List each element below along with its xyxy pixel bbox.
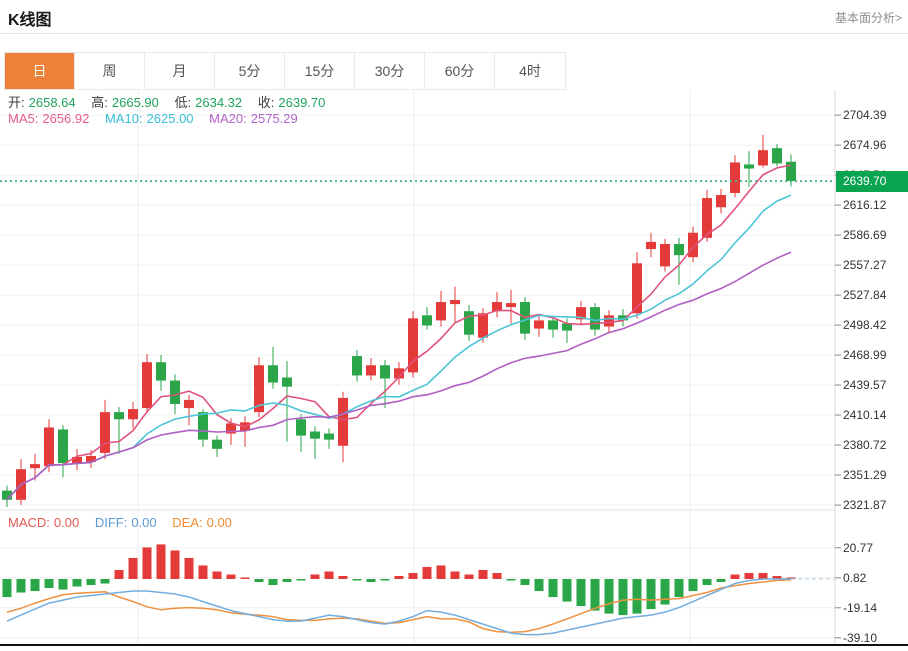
macd-label: MACD:: [8, 515, 50, 530]
axis-tick-label: 2586.69: [843, 228, 887, 242]
macd-histogram: [3, 544, 796, 615]
open-value: 2658.64: [29, 95, 76, 110]
tab-period-2[interactable]: 月: [145, 53, 215, 89]
close-label: 收:: [258, 95, 275, 110]
fundamental-analysis-link[interactable]: 基本面分析>: [835, 9, 902, 26]
kline-chart-canvas[interactable]: 2704.392674.962645.542616.122586.692557.…: [0, 90, 908, 651]
low-value: 2634.32: [195, 95, 242, 110]
diff-line: [7, 579, 791, 635]
tab-period-3[interactable]: 5分: [215, 53, 285, 89]
tab-period-0[interactable]: 日: [5, 53, 75, 89]
ohlc-bar: 开: 2658.64 高: 2665.90 低:2634.32 收:2639.70: [8, 92, 329, 111]
ma10-value: 2625.00: [147, 111, 194, 126]
tab-period-7[interactable]: 4时: [495, 53, 565, 89]
axis-tick-label: 2557.27: [843, 258, 887, 272]
header-divider: [0, 33, 908, 34]
tab-period-4[interactable]: 15分: [285, 53, 355, 89]
page-title: K线图: [8, 6, 52, 30]
axis-tick-label: 2674.96: [843, 138, 887, 152]
kline-widget: K线图 基本面分析> 日周月5分15分30分60分4时 2704.39 2674.…: [0, 0, 908, 651]
ma10-label: MA10:: [105, 111, 143, 126]
ma10-line: [7, 195, 791, 500]
diff-value: 0.00: [131, 515, 156, 530]
axis-tick-label: 2527.84: [843, 288, 887, 302]
axis-tick-label: 2410.14: [843, 408, 887, 422]
high-label: 高:: [91, 95, 108, 110]
open-label: 开:: [8, 95, 25, 110]
axis-tick-label: 2468.99: [843, 348, 887, 362]
axis-tick-label: 2380.72: [843, 438, 887, 452]
ma-bar: MA5: 2656.92 MA10: 2625.00 MA20: 2575.29: [8, 111, 302, 126]
axis-tick-label: 2321.87: [843, 498, 887, 512]
tab-period-6[interactable]: 60分: [425, 53, 495, 89]
high-value: 2665.90: [112, 95, 159, 110]
ma20-label: MA20:: [209, 111, 247, 126]
axis-tick-label: 2351.29: [843, 468, 887, 482]
axis-tick-label: -39.10: [843, 631, 877, 645]
macd-bar: MACD:0.00 DIFF:0.00 DEA:0.00: [8, 515, 236, 530]
ma5-value: 2656.92: [42, 111, 89, 126]
tab-period-1[interactable]: 周: [75, 53, 145, 89]
axis-tick-label: 0.82: [843, 571, 867, 585]
dea-line: [7, 580, 791, 633]
period-tab-bar: 日周月5分15分30分60分4时: [4, 52, 566, 90]
axis-tick-label: -19.14: [843, 601, 877, 615]
chart-area: 2704.392674.962645.542616.122586.692557.…: [0, 90, 908, 651]
ma20-value: 2575.29: [251, 111, 298, 126]
tab-period-5[interactable]: 30分: [355, 53, 425, 89]
axis-tick-label: 20.77: [843, 541, 873, 555]
diff-label: DIFF:: [95, 515, 128, 530]
dea-label: DEA:: [172, 515, 202, 530]
axis-tick-label: 2704.39: [843, 108, 887, 122]
macd-value: 0.00: [54, 515, 79, 530]
ma5-label: MA5:: [8, 111, 38, 126]
axis-tick-label: 2498.42: [843, 318, 887, 332]
close-value: 2639.70: [278, 95, 325, 110]
low-label: 低:: [175, 95, 192, 110]
axis-tick-label: 2439.57: [843, 378, 887, 392]
dea-value: 0.00: [207, 515, 232, 530]
axis-tick-label: 2616.12: [843, 198, 887, 212]
current-price-tag: 2639.70: [836, 171, 908, 192]
